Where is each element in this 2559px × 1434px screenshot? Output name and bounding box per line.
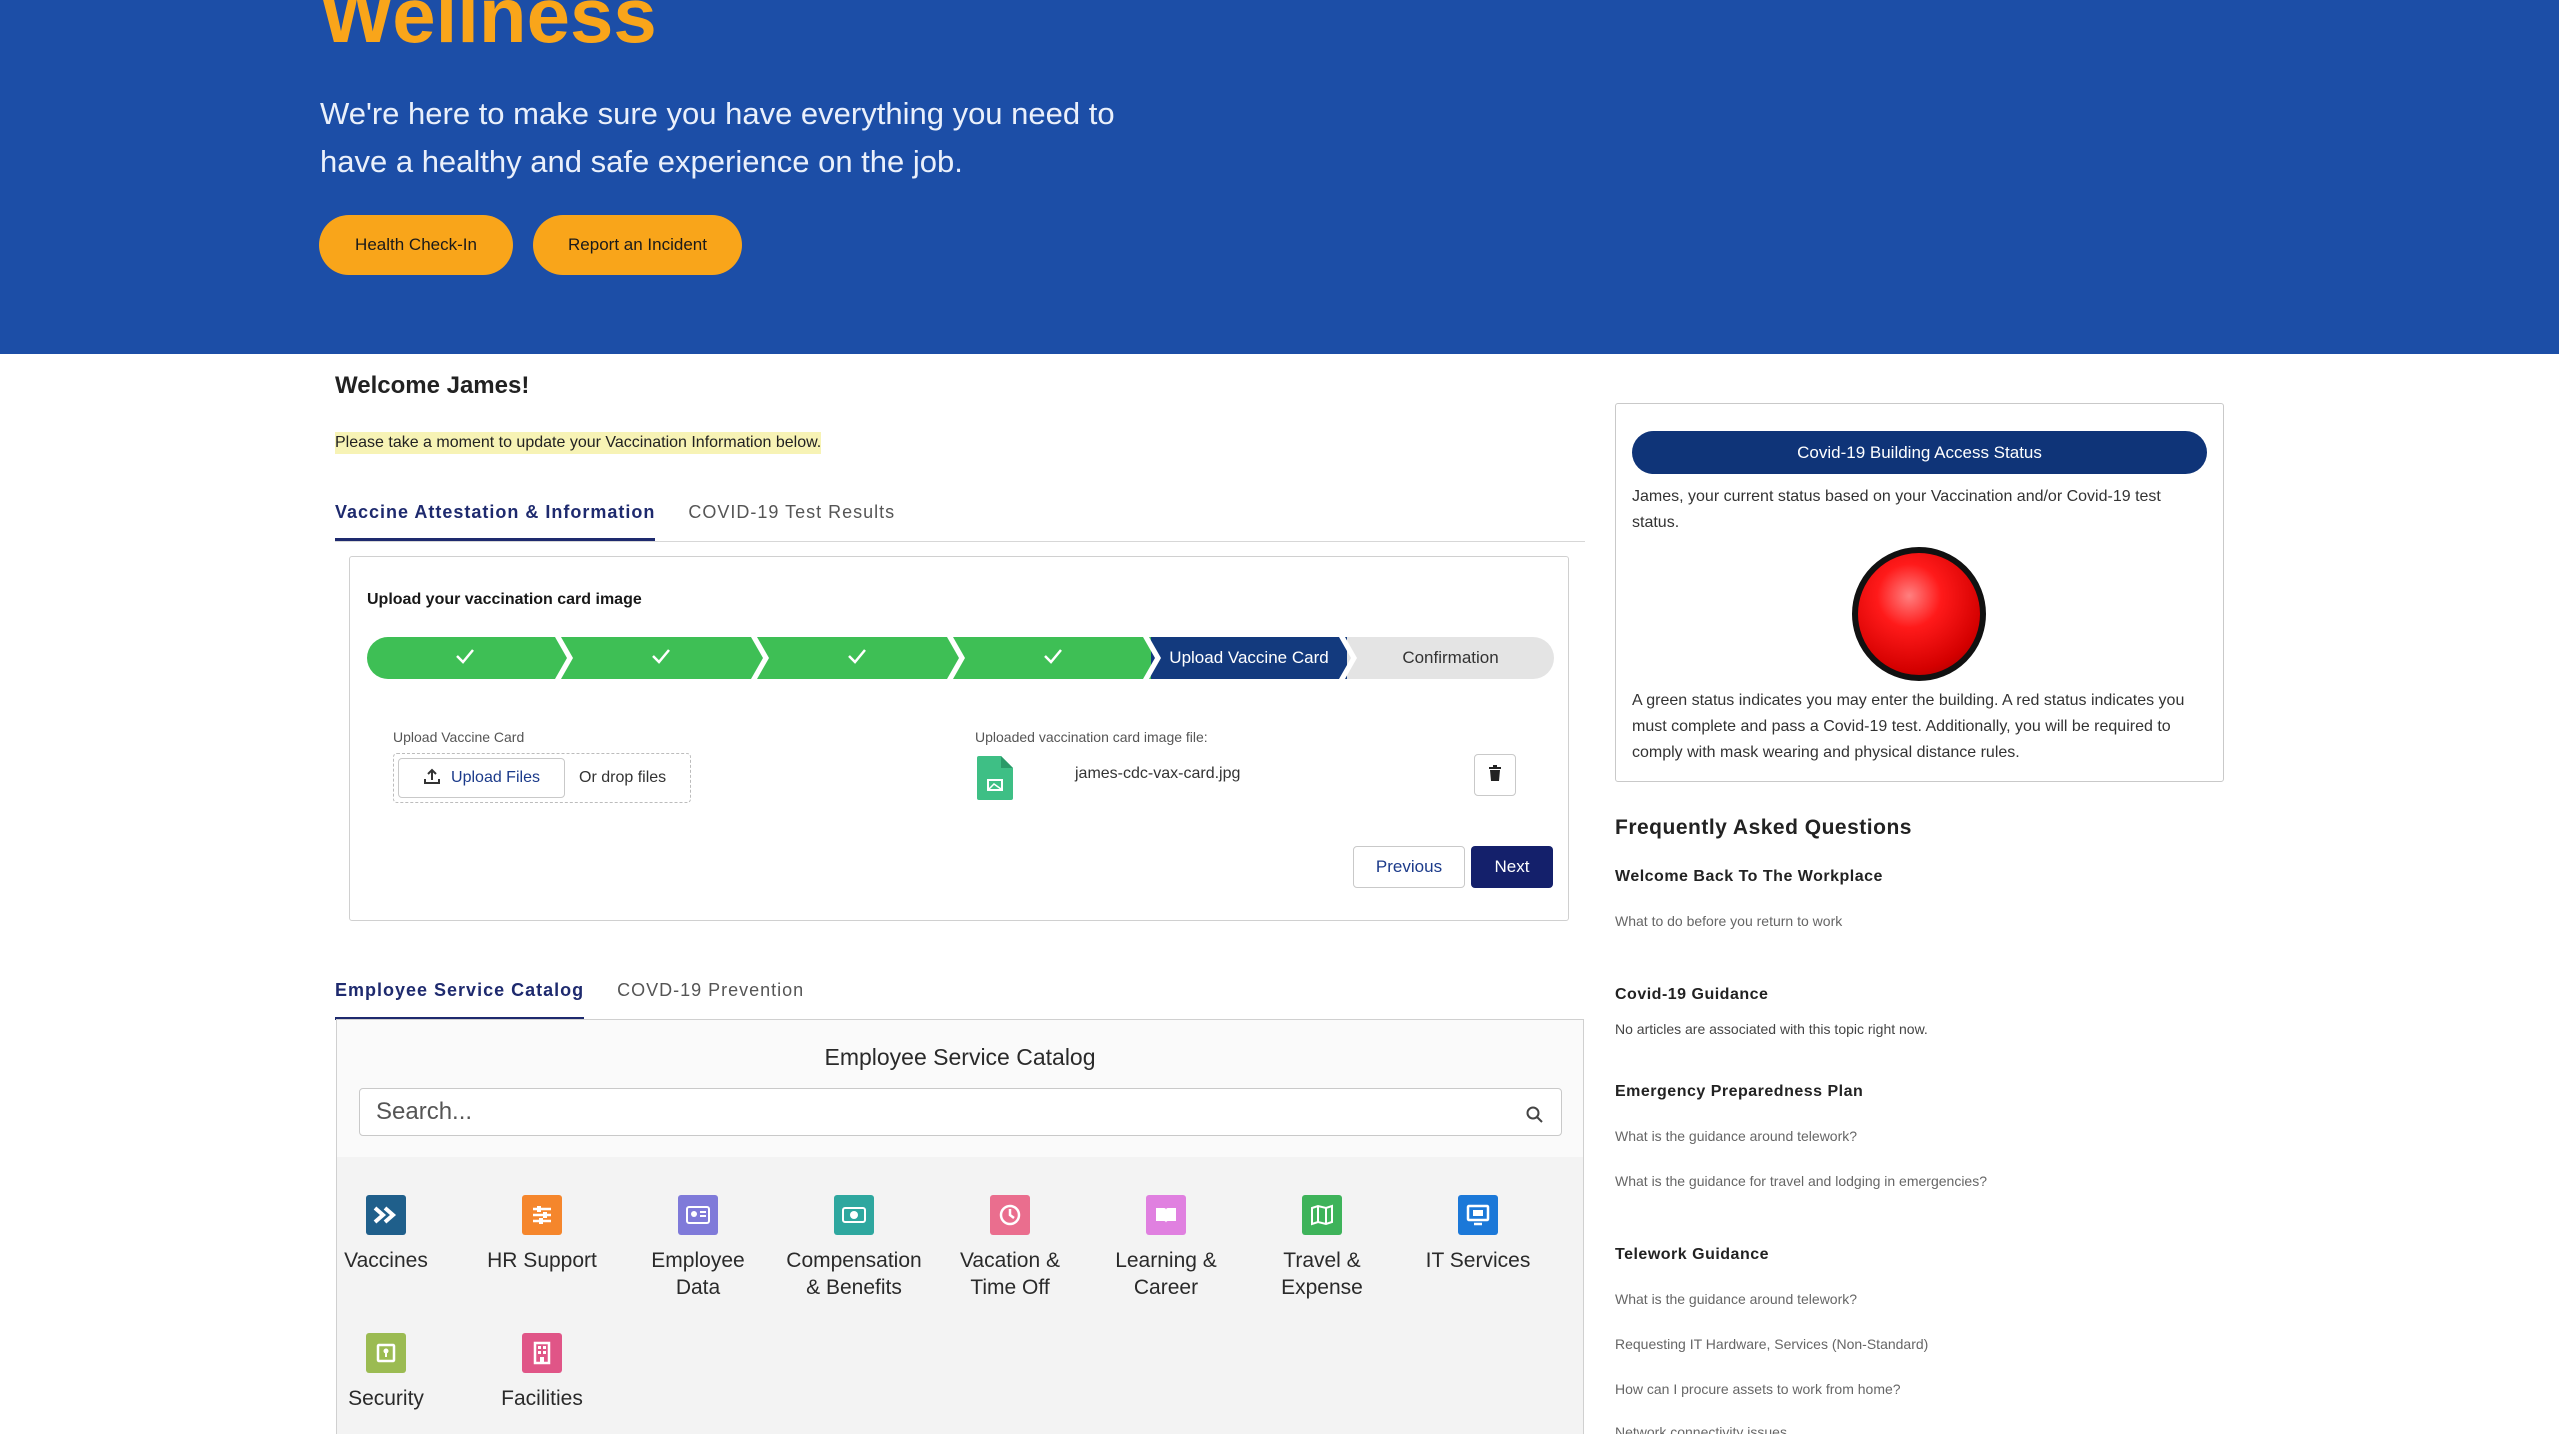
catalog-item-label: Vaccines [344,1249,428,1272]
catalog-item-vacation[interactable]: Vacation & Time Off [940,1195,1080,1301]
path-separator [1339,637,1357,679]
faq-section-heading: Emergency Preparedness Plan [1615,1083,1864,1100]
vaccine-panel-title: Upload your vaccination card image [367,591,642,608]
check-icon [847,648,867,669]
faq-section-heading: Telework Guidance [1615,1246,1770,1263]
vacation-icon [990,1195,1030,1235]
catalog-item-it-services[interactable]: IT Services [1408,1195,1548,1274]
hero-title: Wellness [320,0,657,59]
check-icon [455,648,475,669]
next-button[interactable]: Next [1471,846,1553,888]
previous-button[interactable]: Previous [1353,846,1465,888]
tab-covid-test-results[interactable]: COVID-19 Test Results [688,502,895,541]
compensation-icon [834,1195,874,1235]
status-legend-note: A green status indicates you may enter t… [1632,692,2185,761]
faq-empty-note: No articles are associated with this top… [1615,1021,1928,1037]
catalog-item-hr-support[interactable]: HR Support [472,1195,612,1274]
path-stage-1[interactable] [367,637,563,679]
upload-vaccine-card-label: Upload Vaccine Card [393,729,525,745]
faq-article-link[interactable]: How can I procure assets to work from ho… [1615,1381,1901,1397]
tab-covid-prevention[interactable]: COVD-19 Prevention [617,980,804,1020]
catalog-item-label: Compensation & Benefits [786,1249,922,1299]
faq-section-heading: Covid-19 Guidance [1615,986,1769,1003]
upload-files-label: Upload Files [451,769,540,786]
path-stage-confirmation[interactable]: Confirmation [1347,637,1554,679]
catalog-item-travel[interactable]: Travel & Expense [1252,1195,1392,1301]
file-dropzone[interactable]: Upload Files Or drop files [393,753,691,803]
progress-path: Upload Vaccine Card Confirmation [367,637,1554,679]
vaccination-notice: Please take a moment to update your Vacc… [335,432,822,454]
welcome-greeting: Welcome James! [335,372,530,399]
catalog-tabs: Employee Service Catalog COVD-19 Prevent… [335,980,1585,1020]
vaccine-upload-panel: Upload your vaccination card image Uploa… [349,556,1569,921]
catalog-search-input[interactable] [359,1088,1562,1136]
catalog-title: Employee Service Catalog [824,1044,1096,1070]
path-separator [1143,637,1161,679]
trash-icon [1488,764,1502,786]
report-incident-button[interactable]: Report an Incident [533,215,742,275]
hero-banner: Wellness We're here to make sure you hav… [0,0,2559,354]
upload-files-button[interactable]: Upload Files [398,758,565,798]
employee-data-icon [678,1195,718,1235]
check-icon [651,648,671,669]
status-description: James, your current status based on your… [1632,488,2161,531]
building-access-status-title: Covid-19 Building Access Status [1632,431,2207,474]
building-access-status-card: Covid-19 Building Access Status James, y… [1615,403,2224,782]
vaccines-icon [366,1195,406,1235]
learning-icon [1146,1195,1186,1235]
check-icon [1043,648,1063,669]
image-file-icon [977,756,1013,800]
upload-icon [423,767,441,790]
catalog-item-label: Learning & Career [1115,1249,1217,1299]
path-separator [555,637,573,679]
faq-section-heading: Welcome Back To The Workplace [1615,868,1883,885]
uploaded-file-name[interactable]: james-cdc-vax-card.jpg [1075,765,1240,783]
catalog-item-security[interactable]: Security [316,1333,456,1412]
catalog-item-label: Facilities [501,1387,583,1410]
path-separator [947,637,965,679]
faq-article-link[interactable]: What to do before you return to work [1615,913,1842,929]
catalog-header: Employee Service Catalog [337,1020,1583,1157]
faq-title: Frequently Asked Questions [1615,816,1912,839]
catalog-item-label: Travel & Expense [1281,1249,1363,1299]
catalog-item-compensation[interactable]: Compensation & Benefits [784,1195,924,1301]
catalog-item-label: Vacation & Time Off [959,1249,1060,1299]
catalog-item-vaccines[interactable]: Vaccines [316,1195,456,1274]
path-stage-2[interactable] [563,637,759,679]
security-icon [366,1333,406,1373]
vaccine-tabs: Vaccine Attestation & Information COVID-… [335,502,1585,542]
facilities-icon [522,1333,562,1373]
tab-vaccine-attestation[interactable]: Vaccine Attestation & Information [335,502,656,541]
catalog-item-label: HR Support [487,1249,597,1272]
hr-support-icon [522,1195,562,1235]
faq-article-link[interactable]: Network connectivity issues [1615,1424,1787,1434]
faq-article-link[interactable]: What is the guidance for travel and lodg… [1615,1173,1987,1189]
delete-file-button[interactable] [1474,754,1516,796]
red-status-indicator-icon [1852,547,1986,681]
path-stage-3[interactable] [759,637,955,679]
path-separator [751,637,769,679]
search-icon[interactable] [1526,1106,1544,1129]
uploaded-file-label: Uploaded vaccination card image file: [975,729,1208,745]
catalog-item-employee-data[interactable]: Employee Data [628,1195,768,1301]
catalog-item-label: Employee Data [651,1249,745,1299]
health-check-in-button[interactable]: Health Check-In [319,215,513,275]
catalog-item-facilities[interactable]: Facilities [472,1333,612,1412]
catalog-item-label: IT Services [1425,1249,1531,1272]
tab-employee-service-catalog[interactable]: Employee Service Catalog [335,980,585,1020]
travel-icon [1302,1195,1342,1235]
faq-article-link[interactable]: What is the guidance around telework? [1615,1291,1857,1307]
faq-article-link[interactable]: What is the guidance around telework? [1615,1128,1857,1144]
drop-files-text: Or drop files [579,769,667,786]
faq-article-link[interactable]: Requesting IT Hardware, Services (Non-St… [1615,1336,1928,1352]
hero-subtitle: We're here to make sure you have everyth… [320,96,1115,179]
catalog-item-label: Security [348,1387,424,1410]
catalog-item-learning[interactable]: Learning & Career [1096,1195,1236,1301]
path-stage-4[interactable] [955,637,1151,679]
service-catalog-panel: Employee Service Catalog Vaccines HR Sup… [336,1019,1584,1434]
it-services-icon [1458,1195,1498,1235]
path-stage-upload[interactable]: Upload Vaccine Card [1151,637,1347,679]
